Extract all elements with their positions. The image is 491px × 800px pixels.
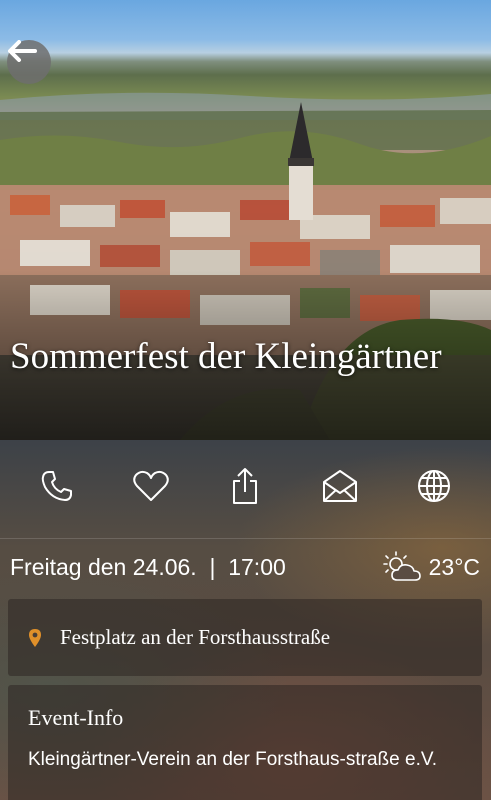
location-card[interactable]: Festplatz an der Forsthausstraße: [8, 599, 482, 676]
share-button[interactable]: [221, 462, 269, 510]
action-bar: [0, 440, 491, 532]
divider: [0, 538, 491, 539]
event-info-heading: Event-Info: [28, 705, 124, 730]
share-icon: [233, 468, 258, 504]
weather: 23°C: [382, 551, 480, 583]
date-weather-row: Freitag den 24.06. | 17:00 23°C: [10, 551, 480, 583]
event-info-body: Kleingärtner-Verein an der Forsthaus-str…: [28, 749, 438, 770]
arrow-left-icon: [8, 40, 37, 62]
heart-icon: [133, 470, 170, 501]
phone-icon: [41, 471, 73, 501]
event-date-time: Freitag den 24.06. | 17:00: [10, 553, 286, 580]
temperature: 23°C: [428, 553, 480, 580]
globe-icon: [417, 470, 450, 502]
event-title: Sommerfest der Kleingärtner: [10, 336, 442, 377]
partly-cloudy-icon: [382, 551, 421, 581]
favorite-button[interactable]: [127, 462, 175, 510]
location-pin-icon: [29, 628, 41, 647]
back-button[interactable]: [7, 40, 51, 84]
mail-button[interactable]: [316, 462, 364, 510]
hero-image: Sommerfest der Kleingärtner: [0, 0, 491, 440]
event-details-panel: Freitag den 24.06. | 17:00 23°C Festplat…: [0, 440, 491, 800]
event-info-card: Event-Info Kleingärtner-Verein an der Fo…: [8, 685, 482, 800]
call-button[interactable]: [33, 462, 81, 510]
website-button[interactable]: [410, 462, 458, 510]
mail-icon: [322, 470, 357, 502]
location-text: Festplatz an der Forsthausstraße: [60, 625, 331, 649]
